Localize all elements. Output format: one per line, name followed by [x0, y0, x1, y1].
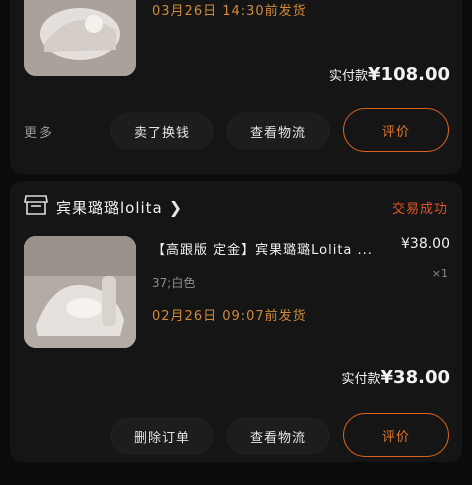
order-card: 03月26日 14:30前发货 实付款¥108.00 更多 卖了换钱 查看物流 …: [10, 0, 462, 174]
ship-deadline: 03月26日 14:30前发货: [152, 4, 307, 19]
item-spec: 37;白色: [152, 276, 196, 290]
item-quantity: ×1: [431, 267, 448, 280]
view-logistics-button[interactable]: 查看物流: [226, 417, 330, 455]
store-icon: [24, 194, 48, 220]
order-status: 交易成功: [391, 202, 448, 217]
shoe-image-icon: [24, 236, 136, 348]
view-logistics-button[interactable]: 查看物流: [226, 112, 330, 150]
paid-amount: ¥38.00: [380, 367, 450, 388]
product-thumbnail[interactable]: [24, 0, 136, 76]
item-price: ¥38.00: [401, 236, 450, 252]
review-button[interactable]: 评价: [343, 108, 449, 152]
shop-name: 宾果璐璐lolita: [56, 198, 163, 217]
paid-label: 实付款: [329, 69, 369, 84]
item-title[interactable]: 【高跟版 定金】宾果璐璐Lolita ...: [152, 239, 382, 258]
ship-deadline: 02月26日 09:07前发货: [152, 309, 307, 324]
more-button[interactable]: 更多: [24, 122, 54, 141]
paid-amount: ¥108.00: [368, 64, 450, 85]
delete-order-button[interactable]: 删除订单: [110, 417, 214, 455]
shoe-image-icon: [24, 0, 136, 76]
product-thumbnail[interactable]: [24, 236, 136, 348]
order-card: 宾果璐璐lolita ❯ 交易成功 【高跟版 定金】宾果璐璐Lolita ...…: [10, 181, 462, 462]
review-button[interactable]: 评价: [343, 413, 449, 457]
paid-total: 实付款¥108.00: [329, 64, 450, 85]
chevron-right-icon: ❯: [168, 197, 183, 217]
shop-header[interactable]: 宾果璐璐lolita ❯: [24, 194, 182, 220]
resell-button[interactable]: 卖了换钱: [110, 112, 214, 150]
paid-total: 实付款¥38.00: [342, 367, 450, 388]
paid-label: 实付款: [341, 372, 381, 387]
